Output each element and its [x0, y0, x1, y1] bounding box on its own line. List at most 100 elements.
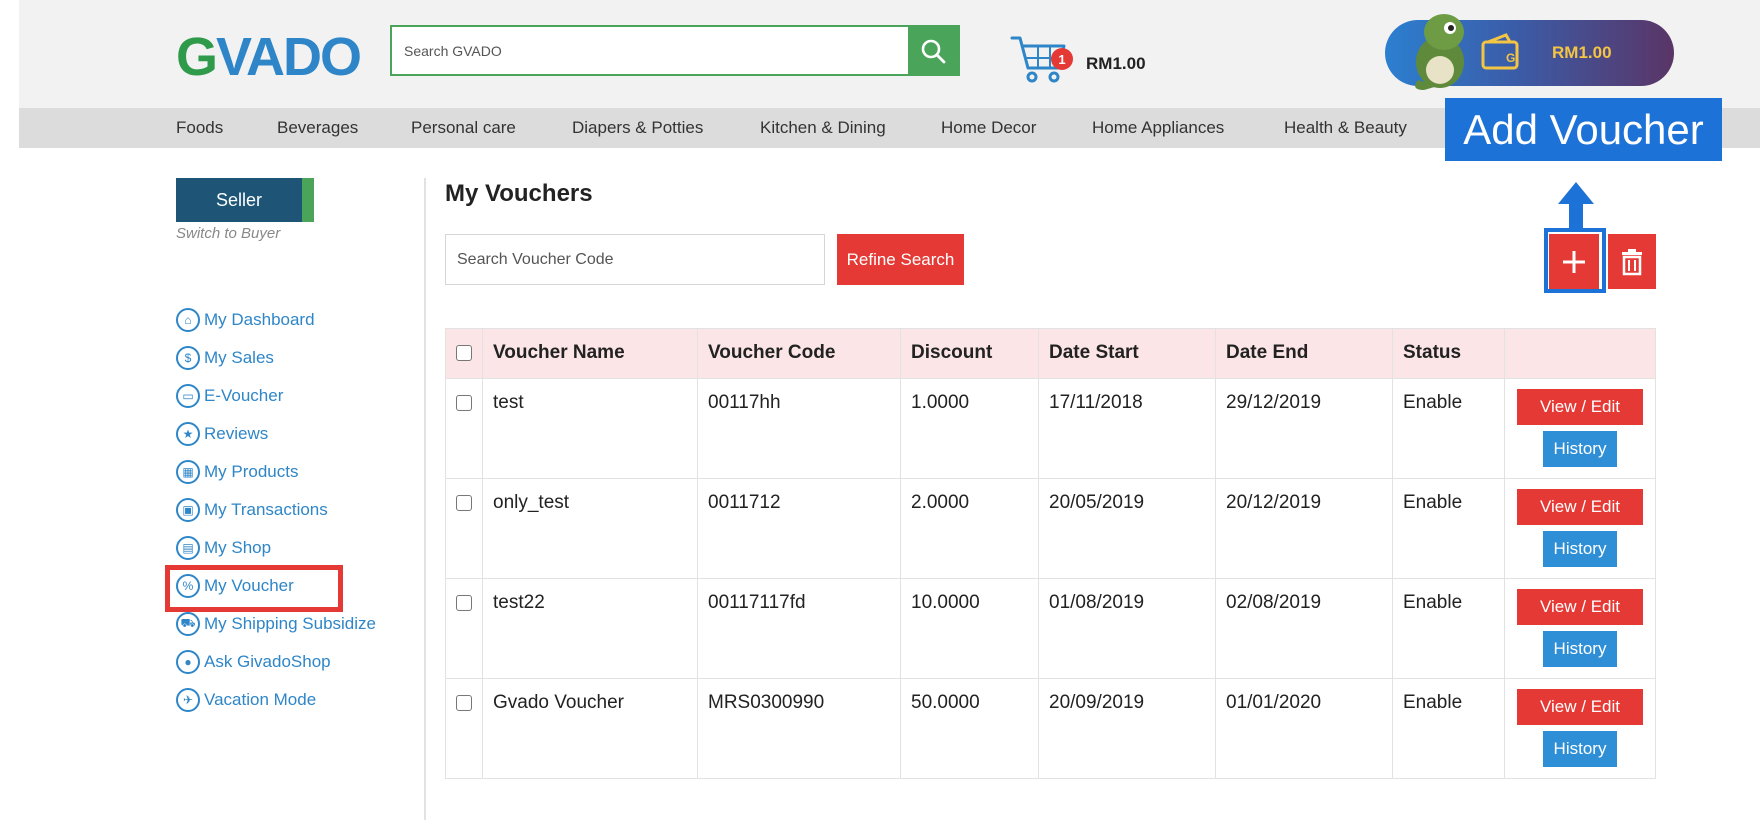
row-actions: View / Edit History: [1504, 378, 1656, 479]
page: GVADO 1 RM1.00 G RM1.00 Foods Beverages …: [0, 0, 1760, 820]
row-checkbox[interactable]: [456, 695, 472, 711]
sidebar-item-label: My Shop: [204, 538, 272, 557]
voucher-date-end: 01/01/2020: [1215, 678, 1393, 779]
col-header-date-start[interactable]: Date Start: [1038, 328, 1216, 379]
voucher-date-start: 20/05/2019: [1038, 478, 1216, 579]
sidebar-item-reviews[interactable]: ★ Reviews: [176, 422, 268, 446]
row-select-cell: [445, 578, 483, 679]
sidebar-item-transactions[interactable]: ▣ My Transactions: [176, 498, 328, 522]
sidebar-item-dashboard[interactable]: ⌂ My Dashboard: [176, 308, 315, 332]
nav-item-kitchen[interactable]: Kitchen & Dining: [760, 118, 886, 138]
voucher-code: MRS0300990: [697, 678, 901, 779]
shop-icon: ▤: [176, 536, 200, 560]
sidebar-item-label: Ask GivadoShop: [204, 652, 331, 671]
col-header-date-end[interactable]: Date End: [1215, 328, 1393, 379]
header-select-cell: [445, 328, 483, 379]
row-checkbox[interactable]: [456, 595, 472, 611]
view-edit-button[interactable]: View / Edit: [1517, 689, 1643, 725]
history-button[interactable]: History: [1543, 631, 1617, 667]
grid-icon: ▦: [176, 460, 200, 484]
voucher-search-input[interactable]: [446, 235, 824, 284]
home-icon: ⌂: [176, 308, 200, 332]
voucher-discount: 10.0000: [900, 578, 1039, 679]
row-actions: View / Edit History: [1504, 478, 1656, 579]
nav-item-home-appliances[interactable]: Home Appliances: [1092, 118, 1224, 138]
table-header-row: Voucher Name Voucher Code Discount Date …: [445, 328, 1656, 379]
voucher-code: 00117hh: [697, 378, 901, 479]
sidebar-item-products[interactable]: ▦ My Products: [176, 460, 298, 484]
plane-icon: ✈: [176, 688, 200, 712]
nav-item-personal-care[interactable]: Personal care: [411, 118, 516, 138]
nav-item-beverages[interactable]: Beverages: [277, 118, 358, 138]
row-actions: View / Edit History: [1504, 678, 1656, 779]
row-checkbox[interactable]: [456, 395, 472, 411]
star-icon: ★: [176, 422, 200, 446]
voucher-name: only_test: [482, 478, 698, 579]
voucher-date-start: 17/11/2018: [1038, 378, 1216, 479]
voucher-code: 0011712: [697, 478, 901, 579]
mascot-icon: [1415, 14, 1464, 90]
voucher-table: Voucher Name Voucher Code Discount Date …: [445, 328, 1656, 779]
sidebar-item-label: E-Voucher: [204, 386, 284, 405]
select-all-checkbox[interactable]: [456, 345, 472, 361]
global-search: [390, 25, 960, 76]
nav-item-health-beauty[interactable]: Health & Beauty: [1284, 118, 1407, 138]
cart-count-badge: 1: [1051, 48, 1073, 70]
logo[interactable]: GVADO: [176, 30, 362, 84]
view-edit-button[interactable]: View / Edit: [1517, 389, 1643, 425]
wallet-balance: RM1.00: [1552, 43, 1612, 62]
col-header-name[interactable]: Voucher Name: [482, 328, 698, 379]
voucher-name: test22: [482, 578, 698, 679]
sidebar-item-label: Vacation Mode: [204, 690, 317, 709]
dollar-icon: $: [176, 346, 200, 370]
refine-search-button[interactable]: Refine Search: [837, 234, 964, 285]
table-row: test 00117hh 1.0000 17/11/2018 29/12/201…: [445, 378, 1656, 479]
sidebar-item-shipping[interactable]: ⛟ My Shipping Subsidize: [176, 612, 376, 636]
table-row: test22 00117117fd 10.0000 01/08/2019 02/…: [445, 578, 1656, 679]
nav-item-foods[interactable]: Foods: [176, 118, 223, 138]
svg-text:G: G: [1506, 51, 1515, 65]
col-header-discount[interactable]: Discount: [900, 328, 1039, 379]
voucher-code: 00117117fd: [697, 578, 901, 679]
nav-item-home-decor[interactable]: Home Decor: [941, 118, 1036, 138]
sidebar-item-shop[interactable]: ▤ My Shop: [176, 536, 271, 560]
history-button[interactable]: History: [1543, 431, 1617, 467]
switch-to-buyer-link[interactable]: Switch to Buyer: [176, 225, 280, 242]
delete-voucher-button[interactable]: [1608, 234, 1656, 289]
seller-button[interactable]: Seller: [176, 178, 314, 222]
view-edit-button[interactable]: View / Edit: [1517, 489, 1643, 525]
sidebar-item-label: My Shipping Subsidize: [204, 614, 376, 633]
voucher-name: Gvado Voucher: [482, 678, 698, 779]
voucher-discount: 1.0000: [900, 378, 1039, 479]
row-select-cell: [445, 678, 483, 779]
voucher-status: Enable: [1392, 578, 1505, 679]
voucher-search: [445, 234, 825, 285]
voucher-discount: 2.0000: [900, 478, 1039, 579]
col-header-code[interactable]: Voucher Code: [697, 328, 901, 379]
view-edit-button[interactable]: View / Edit: [1517, 589, 1643, 625]
wallet-icon: ▣: [176, 498, 200, 522]
voucher-status: Enable: [1392, 678, 1505, 779]
shipping-icon: ⛟: [176, 612, 200, 636]
search-icon: [921, 39, 946, 63]
sidebar-item-evoucher[interactable]: ▭ E-Voucher: [176, 384, 283, 408]
chat-icon: ●: [176, 650, 200, 674]
sidebar-item-label: My Dashboard: [204, 310, 315, 329]
ticket-icon: ▭: [176, 384, 200, 408]
row-select-cell: [445, 478, 483, 579]
history-button[interactable]: History: [1543, 731, 1617, 767]
wallet-icon: G: [1481, 33, 1519, 70]
arrow-up-icon: [1558, 182, 1594, 230]
nav-item-diapers[interactable]: Diapers & Potties: [572, 118, 703, 138]
add-voucher-annotation: Add Voucher: [1445, 98, 1722, 161]
col-header-status[interactable]: Status: [1392, 328, 1505, 379]
row-actions: View / Edit History: [1504, 578, 1656, 679]
history-button[interactable]: History: [1543, 531, 1617, 567]
row-checkbox[interactable]: [456, 495, 472, 511]
sidebar-item-sales[interactable]: $ My Sales: [176, 346, 274, 370]
sidebar-item-vacation[interactable]: ✈ Vacation Mode: [176, 688, 316, 712]
global-search-input[interactable]: [392, 27, 908, 74]
sidebar-item-ask[interactable]: ● Ask GivadoShop: [176, 650, 331, 674]
sidebar-item-label: My Products: [204, 462, 299, 481]
search-button[interactable]: [908, 27, 958, 74]
